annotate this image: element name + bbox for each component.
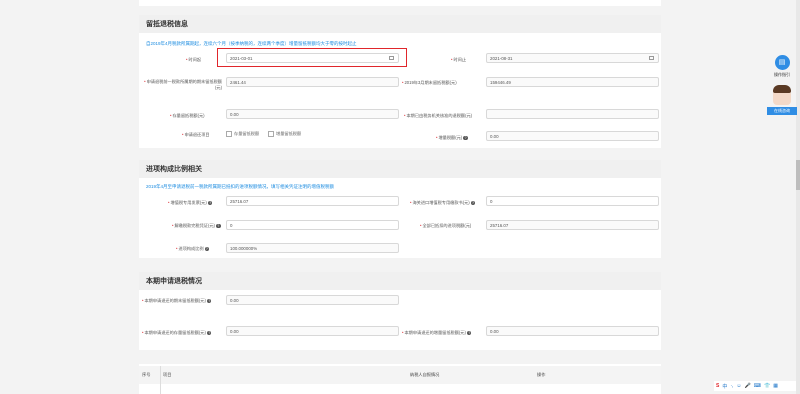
- section-header-input: [139, 160, 661, 178]
- input-note: 2019年4月至申请退税前一税款所属期已抵扣的进项税额情况，填写相关凭证注明的增…: [146, 184, 335, 189]
- avatar: [773, 85, 791, 105]
- keyboard-icon[interactable]: ⌨: [754, 383, 761, 389]
- current-stock-label: •本期申请退还的存量留抵税额(元)?: [142, 330, 212, 336]
- language-icon[interactable]: 中: [722, 383, 727, 390]
- tax-input[interactable]: 0: [226, 220, 399, 230]
- current-incr-label: •本期申请退还的增量留抵税额(元)?: [402, 330, 472, 336]
- end-date-input[interactable]: 2021-08-31: [486, 53, 659, 63]
- customs-input[interactable]: 0: [486, 196, 659, 206]
- end-date-label: •时间止: [451, 57, 467, 62]
- increment-label: •增量税额(元)?: [436, 135, 468, 141]
- tax-label: •解缴税款完税凭证(元)?: [172, 223, 221, 229]
- section-header-retained: [139, 15, 661, 33]
- consult-label: 在线咨询: [767, 107, 797, 115]
- guide-button[interactable]: ▤ 操作指引: [770, 55, 794, 82]
- march-label: •2019年3月期末留抵税额(元): [402, 80, 457, 85]
- help-icon[interactable]: ?: [204, 246, 210, 252]
- ratio-input[interactable]: 100.000000%: [226, 243, 399, 253]
- period-label: •本期已由税务机关核准的退税额(元): [404, 113, 473, 118]
- increment-input[interactable]: 0.00: [486, 131, 659, 141]
- table-header-item: 项目: [163, 372, 172, 377]
- ratio-label: •进项构成比例?: [176, 246, 210, 252]
- section-header-current: [139, 272, 661, 290]
- table-header-row: [139, 366, 661, 384]
- apply-label: •申请退税前一税款所属期的期末留抵税额(元): [144, 79, 222, 90]
- highlight-box: [217, 48, 407, 67]
- customs-label: •海关进口增值税专用缴款书(元)?: [410, 200, 476, 206]
- section-title-retained: 留抵退税信息: [146, 21, 188, 28]
- total-label: •全部已抵扣的进项税额(元): [420, 223, 472, 228]
- scrollbar-thumb[interactable]: [796, 160, 800, 190]
- section-title-input: 进项构成比例相关: [146, 166, 202, 173]
- stock-input[interactable]: 0.00: [226, 109, 399, 119]
- option-stock[interactable]: 存量留抵税额: [226, 131, 259, 137]
- hair: [773, 85, 791, 93]
- option-increment[interactable]: 增量留抵税额: [268, 131, 301, 137]
- punct-icon[interactable]: ·,: [730, 383, 733, 389]
- mic-icon[interactable]: 🎤: [745, 383, 751, 389]
- apply-input[interactable]: 2461.44: [226, 77, 399, 87]
- section-title-current: 本期申请退税情况: [146, 278, 202, 285]
- section-body-input: [139, 178, 661, 258]
- march-input[interactable]: 159446.49: [486, 77, 659, 87]
- vertical-scrollbar[interactable]: [796, 0, 800, 394]
- help-icon[interactable]: ?: [463, 135, 468, 141]
- endperiod-label: •本期申请退还的期末留抵税额(元)?: [142, 298, 212, 304]
- consult-button[interactable]: 在线咨询: [767, 85, 797, 120]
- vat-input[interactable]: 25716.07: [226, 196, 399, 206]
- help-icon[interactable]: ?: [206, 330, 212, 336]
- help-icon[interactable]: ?: [470, 200, 476, 206]
- table-header-index: 序号: [142, 372, 151, 377]
- checkbox[interactable]: [268, 131, 274, 137]
- skin-icon[interactable]: 👕: [764, 383, 770, 389]
- total-input[interactable]: 25716.07: [486, 220, 659, 230]
- endperiod-input[interactable]: 0.00: [226, 295, 399, 305]
- help-icon[interactable]: ?: [215, 223, 221, 229]
- help-icon[interactable]: ?: [466, 330, 472, 336]
- ime-toolbar[interactable]: S 中 ·, ☺ 🎤 ⌨ 👕 ▦: [714, 381, 796, 391]
- guide-label: 操作指引: [774, 72, 790, 77]
- period-input[interactable]: [486, 109, 659, 119]
- vat-label: •增值税专用发票(元)?: [168, 200, 213, 206]
- grid-icon[interactable]: ▦: [773, 383, 778, 389]
- book-icon: ▤: [774, 55, 790, 70]
- help-icon[interactable]: ?: [207, 200, 213, 206]
- table-header-self: 纳税人自报情况: [410, 372, 440, 377]
- col-divider: [160, 366, 161, 394]
- options-label: •申请退还项目: [182, 132, 210, 137]
- current-stock-input[interactable]: 0.00: [226, 326, 399, 336]
- checkbox[interactable]: [226, 131, 232, 137]
- current-incr-input[interactable]: 0.00: [486, 326, 659, 336]
- top-panel: [139, 0, 661, 6]
- help-icon[interactable]: ?: [206, 298, 212, 304]
- table-header-action: 操作: [537, 372, 546, 377]
- emoji-icon[interactable]: ☺: [736, 383, 741, 389]
- stock-label: •存量留抵税额(元): [170, 113, 205, 118]
- sogou-icon[interactable]: S: [716, 383, 719, 389]
- section-body-current: [139, 290, 661, 350]
- calendar-icon[interactable]: [649, 56, 654, 60]
- start-date-label: •时间起: [186, 57, 202, 62]
- retained-note: 自2019年4月税款所属期起，连续六个月（按季纳税的，连续两个季度）增量留抵税额…: [146, 41, 357, 46]
